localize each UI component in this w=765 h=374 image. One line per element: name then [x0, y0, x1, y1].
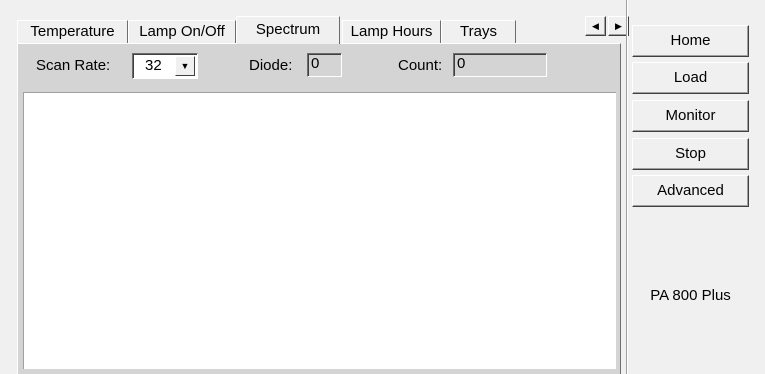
scan-rate-label: Scan Rate:	[36, 57, 111, 74]
instrument-model-label: PA 800 Plus	[650, 287, 731, 304]
tab-lamp-on-off[interactable]: Lamp On/Off	[128, 20, 236, 43]
stop-button[interactable]: Stop	[632, 138, 749, 170]
advanced-button[interactable]: Advanced	[632, 175, 749, 207]
panel-divider-highlight	[627, 0, 628, 374]
tab-lamp-hours[interactable]: Lamp Hours	[342, 20, 441, 43]
monitor-button[interactable]: Monitor	[632, 100, 749, 132]
chevron-down-icon[interactable]: ▼	[175, 56, 195, 76]
scroll-left-icon[interactable]: ◀	[585, 16, 606, 36]
spectrum-tab-page: Scan Rate: 32 ▼ Diode: 0 Count: 0	[17, 43, 621, 374]
tab-strip: Temperature Lamp On/Off Spectrum Lamp Ho…	[17, 16, 629, 44]
diode-field[interactable]: 0	[307, 53, 342, 77]
home-button[interactable]: Home	[632, 25, 749, 57]
tab-spectrum[interactable]: Spectrum	[236, 16, 340, 44]
tab-trays[interactable]: Trays	[441, 20, 516, 43]
diode-label: Diode:	[249, 57, 293, 74]
scan-rate-select[interactable]: 32 ▼	[132, 53, 198, 79]
count-label: Count:	[398, 57, 443, 74]
tab-temperature[interactable]: Temperature	[17, 20, 128, 43]
scan-rate-value: 32	[145, 57, 162, 74]
load-button[interactable]: Load	[632, 62, 749, 94]
count-field[interactable]: 0	[453, 53, 547, 77]
spectrum-plot-area[interactable]	[23, 92, 616, 369]
tab-scroll-arrows: ◀ ▶	[585, 16, 631, 38]
